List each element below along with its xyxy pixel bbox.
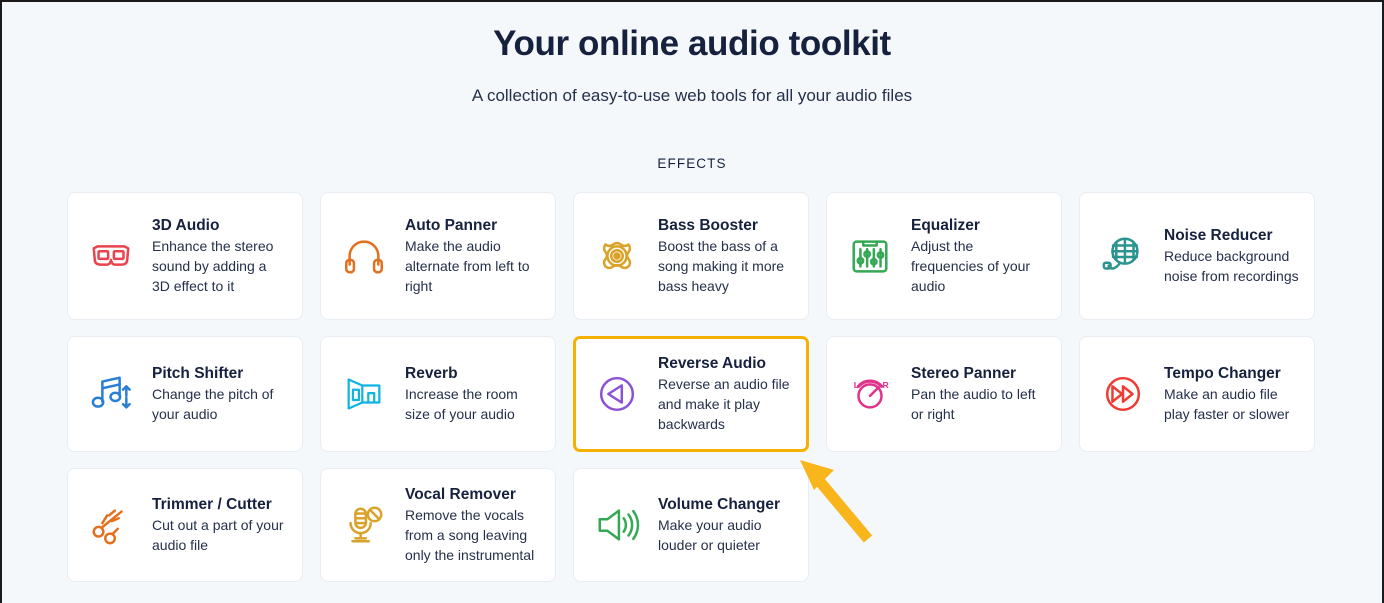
tool-card-description: Remove the vocals from a song leaving on… xyxy=(405,506,535,564)
tool-card-vocal-remover[interactable]: Vocal Remover Remove the vocals from a so… xyxy=(320,468,556,582)
tool-card-stereo-panner[interactable]: L R Stereo Panner Pan the audio to left or … xyxy=(826,336,1062,452)
tool-card-title: Pitch Shifter xyxy=(152,364,244,382)
section-heading-effects: EFFECTS xyxy=(657,156,727,171)
music-note-arrows-icon xyxy=(82,365,140,423)
tool-card-title: Reverse Audio xyxy=(658,354,766,372)
tool-card-title: Stereo Panner xyxy=(911,364,1017,382)
volume-waves-icon xyxy=(588,496,646,554)
scissors-icon xyxy=(82,496,140,554)
tool-card-body: Reverse Audio Reverse an audio file and m… xyxy=(658,354,794,435)
tool-card-reverb[interactable]: Reverb Increase the room size of your aud… xyxy=(320,336,556,452)
tool-card-tempo-changer[interactable]: Tempo Changer Make an audio file play fas… xyxy=(1079,336,1315,452)
fast-forward-circle-icon xyxy=(1094,365,1152,423)
tool-card-body: 3D Audio Enhance the stereo sound by addi… xyxy=(152,216,288,297)
tool-card-body: Noise Reducer Reduce background noise fro… xyxy=(1164,226,1300,287)
tool-card-body: Bass Booster Boost the bass of a song mak… xyxy=(658,216,794,297)
pan-knob-icon: LR xyxy=(841,365,899,423)
tool-card-grid: 3D Audio Enhance the stereo sound by addi… xyxy=(67,192,1317,582)
room-perspective-icon xyxy=(335,365,393,423)
tool-card-3d-audio[interactable]: 3D Audio Enhance the stereo sound by addi… xyxy=(67,192,303,320)
speaker-rings-icon xyxy=(588,227,646,285)
tool-card-body: Tempo Changer Make an audio file play fas… xyxy=(1164,364,1300,425)
tool-card-body: Volume Changer Make your audio louder or … xyxy=(658,495,794,556)
microphone-blocked-icon xyxy=(335,496,393,554)
tool-card-description: Increase the room size of your audio xyxy=(405,386,518,423)
tool-card-description: Make the audio alternate from left to ri… xyxy=(405,237,530,295)
tool-card-title: 3D Audio xyxy=(152,216,220,234)
tool-card-description: Reverse an audio file and make it play b… xyxy=(658,375,790,433)
tool-card-description: Boost the bass of a song making it more … xyxy=(658,237,785,295)
tool-card-reverse-audio[interactable]: Reverse Audio Reverse an audio file and m… xyxy=(573,336,809,452)
tool-card-description: Adjust the frequencies of your audio xyxy=(911,237,1031,295)
hero-section: Your online audio toolkit A collection o… xyxy=(2,2,1382,106)
svg-text:R: R xyxy=(882,380,889,390)
tool-card-equalizer[interactable]: Equalizer Adjust the frequencies of your … xyxy=(826,192,1062,320)
tool-card-title: Trimmer / Cutter xyxy=(152,495,272,513)
tool-card-title: Noise Reducer xyxy=(1164,226,1273,244)
page-subtitle: A collection of easy-to-use web tools fo… xyxy=(471,86,913,105)
tool-card-description: Make an audio file play faster or slower xyxy=(1164,386,1290,423)
headphones-icon xyxy=(335,227,393,285)
tool-card-body: Stereo Panner Pan the audio to left or ri… xyxy=(911,364,1047,425)
tool-card-title: Vocal Remover xyxy=(405,485,516,503)
tool-card-pitch-shifter[interactable]: Pitch Shifter Change the pitch of your au… xyxy=(67,336,303,452)
tool-card-description: Make your audio louder or quieter xyxy=(658,517,762,554)
tool-card-auto-panner[interactable]: Auto Panner Make the audio alternate from… xyxy=(320,192,556,320)
reverse-play-circle-icon xyxy=(588,365,646,423)
tool-card-body: Pitch Shifter Change the pitch of your au… xyxy=(152,364,288,425)
tool-card-bass-booster[interactable]: Bass Booster Boost the bass of a song mak… xyxy=(573,192,809,320)
tool-card-body: Equalizer Adjust the frequencies of your … xyxy=(911,216,1047,297)
tool-card-title: Equalizer xyxy=(911,216,980,234)
tool-card-title: Volume Changer xyxy=(658,495,781,513)
3d-glasses-icon xyxy=(82,227,140,285)
tool-card-volume-changer[interactable]: Volume Changer Make your audio louder or … xyxy=(573,468,809,582)
page-root: Your online audio toolkit A collection o… xyxy=(0,0,1384,603)
tool-card-description: Enhance the stereo sound by adding a 3D … xyxy=(152,237,274,295)
tool-card-description: Cut out a part of your audio file xyxy=(152,517,284,554)
tool-card-noise-reducer[interactable]: Noise Reducer Reduce background noise fro… xyxy=(1079,192,1315,320)
tool-card-title: Reverb xyxy=(405,364,458,382)
tool-card-title: Tempo Changer xyxy=(1164,364,1281,382)
tool-card-title: Bass Booster xyxy=(658,216,758,234)
tool-card-body: Vocal Remover Remove the vocals from a so… xyxy=(405,485,541,566)
tool-card-body: Trimmer / Cutter Cut out a part of your a… xyxy=(152,495,288,556)
tool-card-body: Auto Panner Make the audio alternate from… xyxy=(405,216,541,297)
tool-card-description: Change the pitch of your audio xyxy=(152,386,274,423)
equalizer-sliders-icon xyxy=(841,227,899,285)
tool-card-description: Reduce background noise from recordings xyxy=(1164,248,1299,285)
page-title: Your online audio toolkit xyxy=(493,24,891,63)
tool-card-body: Reverb Increase the room size of your aud… xyxy=(405,364,541,425)
svg-text:L: L xyxy=(854,380,859,390)
tool-card-trimmer-cutter[interactable]: Trimmer / Cutter Cut out a part of your a… xyxy=(67,468,303,582)
tool-card-description: Pan the audio to left or right xyxy=(911,386,1036,423)
tool-card-title: Auto Panner xyxy=(405,216,498,234)
grid-microphone-icon xyxy=(1094,227,1152,285)
